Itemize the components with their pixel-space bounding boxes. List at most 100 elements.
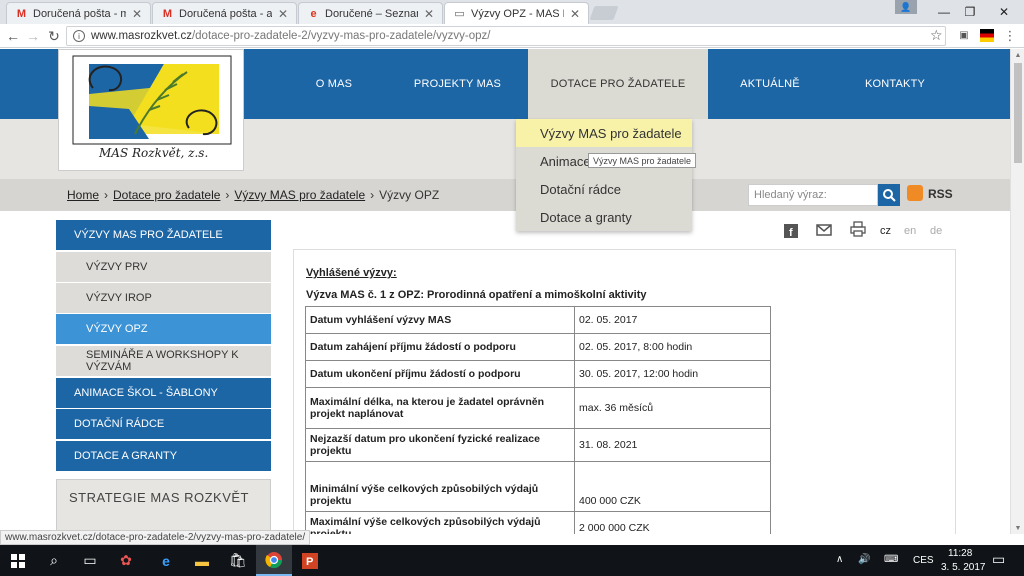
table-key: Minimální výše celkových způsobilých výd… bbox=[305, 461, 575, 512]
lang-cz[interactable]: cz bbox=[880, 225, 891, 237]
sidebar-item-vyzvy-opz[interactable]: VÝZVY OPZ bbox=[56, 314, 271, 344]
close-window-icon[interactable]: ✕ bbox=[984, 0, 1024, 24]
nav-o-mas[interactable]: O MAS bbox=[298, 49, 370, 119]
nav-dotace-pro-zadatele[interactable]: DOTACE PRO ŽADATELE bbox=[528, 49, 708, 119]
facebook-icon[interactable]: f bbox=[784, 224, 798, 241]
lang-en[interactable]: en bbox=[904, 225, 916, 237]
table-value: 31. 08. 2021 bbox=[574, 428, 771, 462]
sidebar-item-dotace-granty[interactable]: DOTACE A GRANTY bbox=[56, 441, 271, 471]
reload-icon[interactable]: ↻ bbox=[45, 27, 63, 45]
nav-kontakty[interactable]: KONTAKTY bbox=[850, 49, 940, 119]
profile-icon[interactable]: 👤 bbox=[895, 0, 917, 14]
sidebar-item-vyzvy-prv[interactable]: VÝZVY PRV bbox=[56, 252, 271, 282]
browser-tab[interactable]: M Doručená pošta - asisten ✕ bbox=[152, 2, 297, 24]
table-row: Datum ukončení příjmu žádostí o podporu 3… bbox=[305, 360, 771, 388]
back-icon[interactable]: ← bbox=[4, 27, 22, 45]
sidebar-item-animace[interactable]: ANIMACE ŠKOL - ŠABLONY bbox=[56, 378, 271, 408]
table-value: 02. 05. 2017 bbox=[574, 306, 771, 334]
sidebar-item-seminare[interactable]: SEMINÁŘE A WORKSHOPY K VÝZVÁM bbox=[56, 346, 271, 376]
browser-tab[interactable]: M Doručená pošta - mitaso ✕ bbox=[6, 2, 151, 24]
gmail-icon: M bbox=[162, 7, 173, 20]
menu-icon[interactable]: ⋮ bbox=[1003, 28, 1017, 43]
page-scrollbar[interactable]: ▲ ▼ bbox=[1010, 49, 1024, 534]
scroll-up-icon[interactable]: ▲ bbox=[1011, 49, 1024, 61]
nav-aktualne[interactable]: AKTUÁLNĚ bbox=[730, 49, 810, 119]
lang-de[interactable]: de bbox=[930, 225, 942, 237]
breadcrumb-home[interactable]: Home bbox=[67, 188, 99, 202]
table-row: Datum vyhlášení výzvy MAS 02. 05. 2017 bbox=[305, 306, 771, 334]
content-heading: Vyhlášené výzvy: bbox=[306, 267, 397, 279]
german-flag-icon[interactable] bbox=[980, 29, 994, 42]
print-icon[interactable] bbox=[850, 221, 866, 240]
extension-icon[interactable]: ▣ bbox=[957, 29, 971, 42]
svg-text:P: P bbox=[306, 556, 313, 568]
keyboard-icon[interactable]: ⌨ bbox=[884, 554, 898, 565]
rss-icon[interactable] bbox=[907, 185, 923, 201]
address-bar[interactable]: i www.masrozkvet.cz/dotace-pro-zadatele-… bbox=[66, 26, 946, 46]
site-logo[interactable]: MAS Rozkvět, z.s. bbox=[58, 49, 244, 171]
app-icon[interactable]: ✿ bbox=[108, 545, 144, 576]
dropdown-item-dotace-granty[interactable]: Dotace a granty bbox=[516, 203, 692, 231]
gmail-icon: M bbox=[16, 7, 27, 20]
search-button[interactable] bbox=[878, 184, 900, 206]
nav-projekty-mas[interactable]: PROJEKTY MAS bbox=[410, 49, 505, 119]
notifications-icon[interactable]: ▭ bbox=[992, 551, 1005, 568]
url-domain: www.masrozkvet.cz bbox=[91, 30, 192, 42]
new-tab-button[interactable] bbox=[589, 6, 619, 20]
task-view-icon[interactable]: ▭ bbox=[72, 545, 108, 576]
table-key: Datum ukončení příjmu žádostí o podporu bbox=[305, 360, 575, 388]
table-key: Datum vyhlášení výzvy MAS bbox=[305, 306, 575, 334]
web-page: MAS Rozkvět, z.s. O MAS PROJEKTY MAS DOT… bbox=[0, 49, 1010, 534]
breadcrumb-dotace[interactable]: Dotace pro žadatele bbox=[113, 188, 220, 202]
table-value: 400 000 CZK bbox=[574, 461, 771, 512]
scroll-down-icon[interactable]: ▼ bbox=[1011, 522, 1024, 534]
search-icon bbox=[883, 189, 896, 202]
sidebar-item-vyzvy-mas[interactable]: VÝZVY MAS PRO ŽADATELE bbox=[56, 220, 271, 250]
table-key: Maximální výše celkových způsobilých výd… bbox=[305, 511, 575, 534]
store-icon[interactable]: 🛍 bbox=[220, 545, 256, 576]
status-bar: www.masrozkvet.cz/dotace-pro-zadatele-2/… bbox=[0, 530, 311, 545]
sidebar-item-dotacni-radce[interactable]: DOTAČNÍ RÁDCE bbox=[56, 409, 271, 439]
tooltip: Výzvy MAS pro žadatele bbox=[588, 153, 697, 168]
table-row: Nejzazší datum pro ukončení fyzické real… bbox=[305, 428, 771, 462]
rss-link[interactable]: RSS bbox=[928, 187, 953, 201]
clock-date[interactable]: 3. 5. 2017 bbox=[941, 562, 985, 573]
logo-graphic bbox=[72, 55, 232, 145]
search-icon[interactable]: ⌕ bbox=[36, 545, 72, 576]
table-row: Maximální výše celkových způsobilých výd… bbox=[305, 511, 771, 534]
strategie-box[interactable]: STRATEGIE MAS ROZKVĚT bbox=[56, 479, 271, 534]
dropdown-item-vyzvy[interactable]: Výzvy MAS pro žadatele bbox=[516, 119, 692, 147]
chrome-icon[interactable] bbox=[256, 545, 292, 576]
edge-icon[interactable]: e bbox=[148, 545, 184, 576]
language-indicator[interactable]: CES bbox=[913, 555, 934, 566]
bookmark-star-icon[interactable]: ☆ bbox=[930, 27, 943, 44]
forward-icon[interactable]: → bbox=[24, 27, 42, 45]
powerpoint-icon[interactable]: P bbox=[292, 545, 328, 576]
table-value: max. 36 měsíců bbox=[574, 387, 771, 429]
clock-time[interactable]: 11:28 bbox=[948, 548, 972, 559]
close-icon[interactable]: ✕ bbox=[278, 7, 288, 21]
close-icon[interactable]: ✕ bbox=[424, 7, 434, 21]
sidebar-item-vyzvy-irop[interactable]: VÝZVY IROP bbox=[56, 283, 271, 313]
browser-tab[interactable]: e Doručené – Seznam Ema ✕ bbox=[298, 2, 443, 24]
breadcrumb-vyzvy-mas[interactable]: Výzvy MAS pro žadatele bbox=[234, 188, 365, 202]
close-icon[interactable]: ✕ bbox=[132, 7, 142, 21]
tab-title: Výzvy OPZ - MAS Rozkvě bbox=[471, 7, 564, 20]
file-explorer-icon[interactable]: ▬ bbox=[184, 545, 220, 576]
breadcrumb-current: Výzvy OPZ bbox=[379, 188, 440, 202]
scroll-thumb[interactable] bbox=[1014, 63, 1022, 163]
browser-tab-active[interactable]: ▭ Výzvy OPZ - MAS Rozkvě ✕ bbox=[444, 2, 589, 24]
tray-chevron-icon[interactable]: ∧ bbox=[836, 554, 843, 565]
info-icon[interactable]: i bbox=[73, 30, 85, 42]
content-title: Výzva MAS č. 1 z OPZ: Prorodinná opatřen… bbox=[306, 289, 647, 301]
volume-icon[interactable]: 🔊 bbox=[858, 554, 870, 565]
search-input[interactable]: Hledaný výraz: bbox=[748, 184, 878, 206]
email-icon[interactable] bbox=[816, 224, 832, 239]
dropdown-item-dotacni-radce[interactable]: Dotační rádce bbox=[516, 175, 692, 203]
windows-start-icon[interactable] bbox=[0, 545, 36, 576]
table-key: Datum zahájení příjmu žádostí o podporu bbox=[305, 333, 575, 361]
close-icon[interactable]: ✕ bbox=[570, 7, 580, 21]
seznam-icon: e bbox=[310, 7, 317, 20]
table-row: Maximální délka, na kterou je žadatel op… bbox=[305, 387, 771, 429]
logo-text: MAS Rozkvět, z.s. bbox=[99, 146, 209, 160]
